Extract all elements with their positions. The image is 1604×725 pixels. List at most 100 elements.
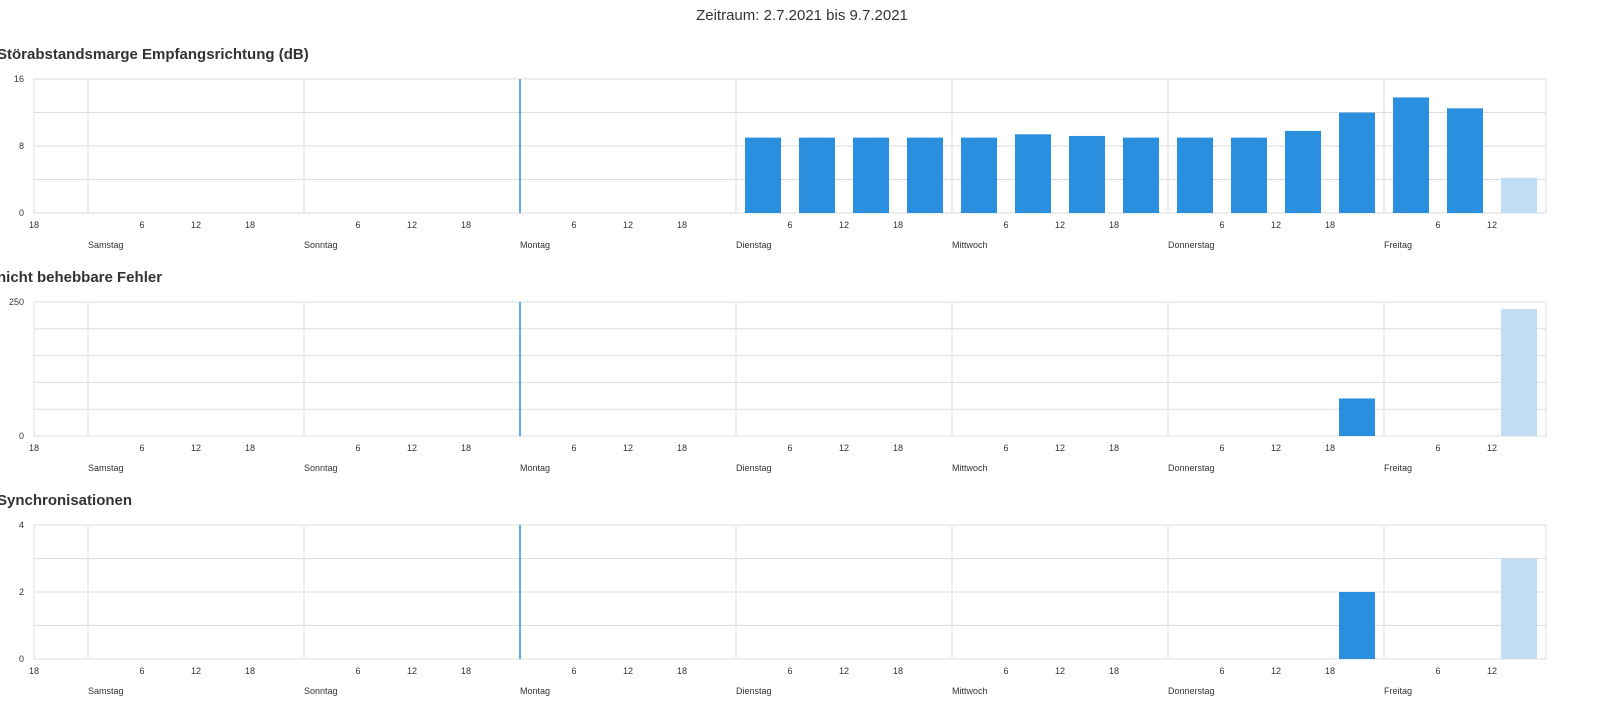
x-tick-label: 12 [623, 220, 633, 230]
x-tick-label: 12 [1271, 666, 1281, 676]
day-label: Sonntag [304, 463, 338, 473]
x-tick-label: 18 [461, 666, 471, 676]
x-tick-label: 18 [1325, 220, 1335, 230]
bar [1285, 130, 1321, 213]
y-tick-label: 8 [19, 141, 24, 151]
x-tick-label: 18 [1325, 666, 1335, 676]
day-label: Dienstag [736, 240, 772, 250]
x-tick-label: 6 [1003, 220, 1008, 230]
x-tick-label: 18 [677, 220, 687, 230]
synchronisations-chart: 0 2 4 18 6 12 18 6 12 18 6 12 18 6 12 18 6 12 18 6 12 18 6 12 Sa… [19, 520, 1547, 696]
plot-frame [33, 301, 1547, 437]
x-tick-label: 12 [1487, 443, 1497, 453]
x-tick-label: 18 [29, 220, 39, 230]
x-tick-label: 12 [839, 220, 849, 230]
bar [1123, 137, 1159, 213]
x-tick-label: 6 [787, 443, 792, 453]
day-label: Freitag [1384, 240, 1412, 250]
x-tick-label: 18 [245, 220, 255, 230]
y-tick-label: 0 [19, 654, 24, 664]
x-tick-label: 18 [245, 666, 255, 676]
x-tick-label: 6 [1435, 443, 1440, 453]
x-tick-label: 18 [893, 666, 903, 676]
x-tick-label: 12 [623, 443, 633, 453]
day-label: Mittwoch [952, 240, 988, 250]
x-tick-label: 6 [355, 220, 360, 230]
x-tick-label: 18 [677, 666, 687, 676]
day-label: Samstag [88, 240, 124, 250]
x-tick-label: 6 [1435, 666, 1440, 676]
day-label: Dienstag [736, 463, 772, 473]
day-label: Freitag [1384, 463, 1412, 473]
bar [1015, 134, 1051, 213]
day-label: Donnerstag [1168, 240, 1215, 250]
x-tick-label: 6 [1003, 443, 1008, 453]
bar [745, 137, 781, 213]
chart-title-snr-margin: Störabstandsmarge Empfangsrichtung (dB) [0, 46, 309, 63]
x-tick-label: 6 [139, 666, 144, 676]
x-tick-label: 6 [1003, 666, 1008, 676]
x-tick-label: 18 [893, 220, 903, 230]
x-tick-label: 12 [1271, 443, 1281, 453]
day-label: Sonntag [304, 240, 338, 250]
x-tick-label: 18 [461, 443, 471, 453]
y-tick-label: 0 [19, 431, 24, 441]
period-title: Zeitraum: 2.7.2021 bis 9.7.2021 [696, 7, 908, 24]
x-tick-label: 12 [1055, 666, 1065, 676]
chart-title-synchronisations: Synchronisationen [0, 492, 133, 509]
y-tick-label: 0 [19, 208, 24, 218]
bar [907, 137, 943, 213]
x-tick-label: 18 [677, 443, 687, 453]
x-tick-label: 18 [461, 220, 471, 230]
x-tick-label: 18 [1109, 666, 1119, 676]
day-label: Donnerstag [1168, 686, 1215, 696]
bar [1339, 592, 1375, 659]
x-tick-label: 12 [1487, 220, 1497, 230]
bar [1393, 97, 1429, 213]
day-label: Montag [520, 463, 550, 473]
x-tick-label: 12 [407, 443, 417, 453]
x-tick-label: 18 [29, 666, 39, 676]
day-label: Mittwoch [952, 686, 988, 696]
x-tick-label: 12 [1055, 220, 1065, 230]
bar [1339, 398, 1375, 436]
y-tick-label: 2 [19, 587, 24, 597]
x-tick-label: 18 [1109, 443, 1119, 453]
day-label: Mittwoch [952, 463, 988, 473]
x-tick-label: 12 [623, 666, 633, 676]
bar [1231, 137, 1267, 213]
x-tick-label: 6 [1219, 220, 1224, 230]
x-tick-label: 6 [571, 220, 576, 230]
x-tick-label: 18 [893, 443, 903, 453]
bar-current [1501, 177, 1537, 213]
x-tick-label: 6 [355, 666, 360, 676]
x-tick-label: 12 [1055, 443, 1065, 453]
bar-current [1501, 558, 1537, 659]
x-tick-label: 6 [1219, 666, 1224, 676]
x-tick-label: 18 [29, 443, 39, 453]
day-label: Samstag [88, 686, 124, 696]
x-tick-label: 18 [1325, 443, 1335, 453]
bar [1339, 112, 1375, 213]
day-label: Montag [520, 240, 550, 250]
x-tick-label: 12 [1271, 220, 1281, 230]
bar [1069, 135, 1105, 213]
y-tick-label: 4 [19, 520, 24, 530]
x-tick-label: 12 [191, 443, 201, 453]
day-label: Donnerstag [1168, 463, 1215, 473]
x-tick-label: 6 [571, 443, 576, 453]
day-label: Dienstag [736, 686, 772, 696]
x-tick-label: 6 [787, 220, 792, 230]
x-tick-label: 6 [139, 443, 144, 453]
x-tick-label: 6 [1435, 220, 1440, 230]
bar [853, 137, 889, 213]
day-label: Montag [520, 686, 550, 696]
x-tick-label: 18 [1109, 220, 1119, 230]
day-label: Freitag [1384, 686, 1412, 696]
x-tick-label: 12 [839, 666, 849, 676]
uncorrectable-errors-chart: 0 250 18 6 12 18 6 12 18 6 12 18 6 12 18 6 12 18 6 12 18 6 12 S… [9, 297, 1547, 473]
day-label: Sonntag [304, 686, 338, 696]
x-tick-label: 12 [1487, 666, 1497, 676]
x-tick-label: 12 [407, 220, 417, 230]
bar [799, 137, 835, 213]
